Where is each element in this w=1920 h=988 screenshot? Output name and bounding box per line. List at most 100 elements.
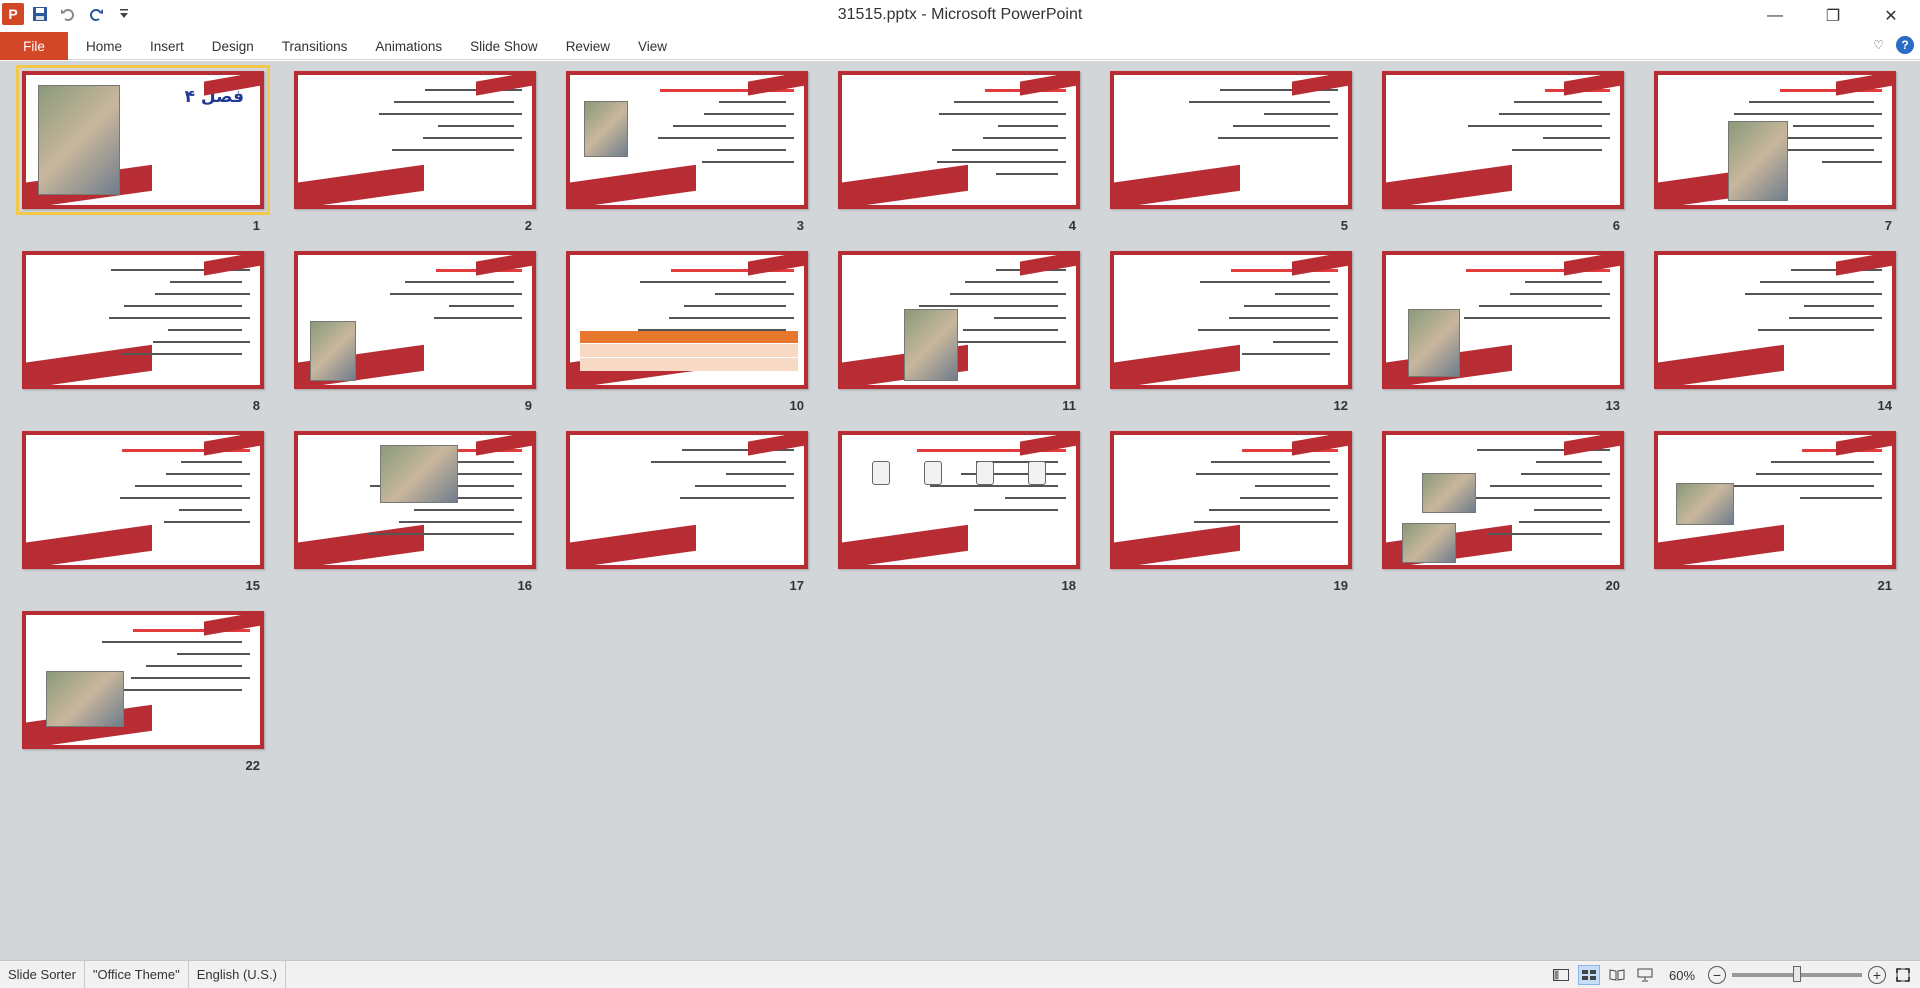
undo-icon[interactable] xyxy=(56,2,80,26)
slide-thumbnail[interactable]: 19 xyxy=(1110,431,1354,593)
slide-number: 2 xyxy=(524,218,532,233)
slide-text-line xyxy=(1499,113,1610,115)
slide-preview xyxy=(1110,71,1352,209)
slide-text-line xyxy=(682,449,794,451)
slide-text-line xyxy=(1264,113,1338,115)
slide-text-line xyxy=(658,137,794,139)
slide-thumbnail[interactable]: 16 xyxy=(294,431,538,593)
slide-text-line xyxy=(111,269,250,271)
save-icon[interactable] xyxy=(28,2,52,26)
slide-thumbnail[interactable]: 11 xyxy=(838,251,1082,413)
ribbon: File Home Insert Design Transitions Anim… xyxy=(0,32,1920,60)
slide-picture xyxy=(310,321,356,381)
slide-text-line xyxy=(1479,305,1602,307)
window-title: 31515.pptx - Microsoft PowerPoint xyxy=(837,6,1083,23)
slide-thumbnail[interactable]: 7 xyxy=(1654,71,1898,233)
slide-number: 10 xyxy=(789,398,804,413)
zoom-level[interactable]: 60% xyxy=(1662,968,1702,983)
slide-thumbnail[interactable]: 10 xyxy=(566,251,810,413)
tab-design[interactable]: Design xyxy=(198,32,268,60)
tab-animations[interactable]: Animations xyxy=(361,32,456,60)
tab-review[interactable]: Review xyxy=(552,32,624,60)
slide-title-line xyxy=(1466,269,1610,272)
slide-text-line xyxy=(717,149,786,151)
slide-text-line xyxy=(998,125,1058,127)
tab-home[interactable]: Home xyxy=(72,32,136,60)
slide-thumbnail[interactable]: 18 xyxy=(838,431,1082,593)
minimize-ribbon-icon[interactable]: ♡ xyxy=(1873,38,1884,52)
slide-thumbnail[interactable]: 13 xyxy=(1382,251,1626,413)
slide-thumbnail[interactable]: 15 xyxy=(22,431,266,593)
slide-preview xyxy=(566,251,808,389)
slide-thumbnail[interactable]: 8 xyxy=(22,251,266,413)
restore-button[interactable]: ❐ xyxy=(1804,0,1862,32)
slide-text-line xyxy=(1275,293,1338,295)
zoom-out-button[interactable]: − xyxy=(1708,966,1726,984)
slide-sorter-view-icon[interactable] xyxy=(1578,965,1600,985)
slide-thumbnail[interactable]: 6 xyxy=(1382,71,1626,233)
quick-access-toolbar: P xyxy=(0,0,136,28)
slide-number: 20 xyxy=(1605,578,1620,593)
slide-text-line xyxy=(1758,329,1874,331)
slide-number: 17 xyxy=(789,578,804,593)
slide-thumbnail[interactable]: 9 xyxy=(294,251,538,413)
slide-thumbnail[interactable]: 12 xyxy=(1110,251,1354,413)
redo-icon[interactable] xyxy=(84,2,108,26)
slide-thumbnail[interactable]: 5 xyxy=(1110,71,1354,233)
slide-thumbnail[interactable]: 14 xyxy=(1654,251,1898,413)
slide-text-line xyxy=(1273,341,1338,343)
slide-thumbnail[interactable]: 4 xyxy=(838,71,1082,233)
zoom-in-button[interactable]: + xyxy=(1868,966,1886,984)
minimize-button[interactable]: — xyxy=(1746,0,1804,32)
slide-thumbnail[interactable]: 21 xyxy=(1654,431,1898,593)
slide-thumbnail[interactable]: 2 xyxy=(294,71,538,233)
slide-text-line xyxy=(434,317,522,319)
slide-sorter-pane: فصل ۴ 1 2 3 4 5 6 7 8 9 10 11 12 13 14 15 16 17 18 19 20 21 22 xyxy=(0,61,1920,960)
slide-preview xyxy=(294,71,536,209)
close-button[interactable]: ✕ xyxy=(1862,0,1920,32)
slide-thumbnail[interactable]: 20 xyxy=(1382,431,1626,593)
slide-picture xyxy=(1402,523,1456,563)
theme-name[interactable]: "Office Theme" xyxy=(85,960,189,988)
slide-text-line xyxy=(651,461,786,463)
slide-text-line xyxy=(177,653,250,655)
slide-text-line xyxy=(1211,461,1330,463)
slide-text-line xyxy=(1521,473,1610,475)
fit-to-window-icon[interactable] xyxy=(1892,965,1914,985)
slide-thumbnail[interactable]: 17 xyxy=(566,431,810,593)
slide-number: 8 xyxy=(252,398,260,413)
reading-view-icon[interactable] xyxy=(1606,965,1628,985)
help-icon[interactable]: ? xyxy=(1896,36,1914,54)
slide-text-line xyxy=(1194,521,1338,523)
tab-transitions[interactable]: Transitions xyxy=(268,32,362,60)
language-indicator[interactable]: English (U.S.) xyxy=(189,960,286,988)
tab-slide-show[interactable]: Slide Show xyxy=(456,32,552,60)
slide-show-view-icon[interactable] xyxy=(1634,965,1656,985)
slide-text-line xyxy=(715,293,794,295)
slide-thumbnail[interactable]: 3 xyxy=(566,71,810,233)
slide-preview xyxy=(1654,251,1896,389)
powerpoint-app-icon[interactable]: P xyxy=(2,3,24,25)
slide-text-line xyxy=(392,149,514,151)
slide-thumbnail[interactable]: فصل ۴ 1 xyxy=(16,65,270,233)
slide-text-line xyxy=(1543,137,1610,139)
tab-view[interactable]: View xyxy=(624,32,681,60)
slide-preview xyxy=(838,431,1080,569)
tab-file[interactable]: File xyxy=(0,32,68,60)
slide-text-line xyxy=(1198,329,1330,331)
slide-text-line xyxy=(719,101,786,103)
tab-insert[interactable]: Insert xyxy=(136,32,198,60)
slide-text-line xyxy=(1196,473,1338,475)
slide-thumbnail[interactable]: 22 xyxy=(22,611,266,773)
slide-number: 7 xyxy=(1884,218,1892,233)
slide-text-line xyxy=(1734,113,1882,115)
slide-text-line xyxy=(669,317,794,319)
slide-text-line xyxy=(399,521,522,523)
slide-number: 21 xyxy=(1877,578,1892,593)
zoom-slider-thumb[interactable] xyxy=(1793,966,1801,982)
slide-picture xyxy=(1676,483,1734,525)
customize-icon[interactable] xyxy=(112,2,136,26)
zoom-slider[interactable] xyxy=(1732,966,1862,982)
normal-view-icon[interactable] xyxy=(1550,965,1572,985)
jar-image xyxy=(976,461,994,485)
